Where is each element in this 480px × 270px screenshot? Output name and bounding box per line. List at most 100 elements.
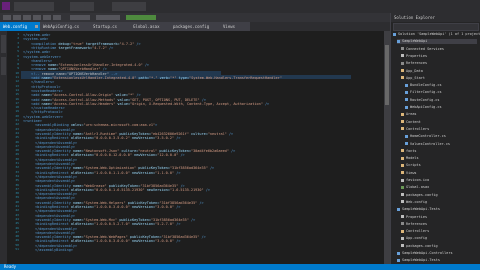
file-icon — [401, 215, 404, 218]
line-number: 12 — [15, 79, 19, 84]
solution-tree-item[interactable]: Global.asax — [401, 185, 477, 190]
tab-packages-config[interactable]: packages.config — [170, 22, 220, 31]
solution-tree-item[interactable]: ValuesController.cs — [405, 142, 477, 147]
menu-strip-mid[interactable] — [70, 2, 94, 11]
solution-tree-item[interactable]: SampleWebApi.Tests — [397, 207, 477, 212]
menu-strip-left[interactable] — [14, 2, 54, 11]
tree-item-label: BundleConfig.cs — [410, 83, 442, 88]
forward-icon[interactable] — [13, 15, 21, 20]
redo-icon[interactable] — [53, 15, 61, 20]
tree-item-label: Web.config — [406, 199, 428, 204]
solution-tree-item[interactable]: WebApiConfig.cs — [405, 105, 477, 110]
back-icon[interactable] — [3, 15, 11, 20]
tab-web-config[interactable]: Web.config — [0, 22, 40, 31]
toolbox-tab[interactable] — [1, 57, 6, 75]
code-token: "1.6.5135.21930" — [169, 187, 206, 192]
solution-tree-item[interactable]: RouteConfig.cs — [405, 98, 477, 103]
undo-icon[interactable] — [43, 15, 51, 20]
code-token: "*." — [149, 76, 160, 80]
solution-tree-item[interactable]: References — [401, 61, 477, 66]
line-number: 22 — [15, 122, 19, 127]
solution-tree-item[interactable]: Content — [401, 120, 477, 125]
solution-explorer-title: Solution Explorer — [391, 13, 480, 22]
solution-tree-item[interactable]: favicon.ico — [401, 178, 477, 183]
code-line[interactable]: <add name="ExtensionlessUrlHandler-Integ… — [31, 76, 282, 80]
solution-tree-item[interactable]: Views — [401, 171, 477, 176]
tab-webapiconfig[interactable]: WebApiConfig.cs — [40, 22, 90, 31]
solution-tree-item[interactable]: Models — [401, 156, 477, 161]
solution-tree-item[interactable]: fonts — [401, 149, 477, 154]
tree-item-label: Controllers — [406, 229, 430, 234]
code-token: /> — [205, 187, 210, 192]
solution-tree-item[interactable]: App_Data — [401, 69, 477, 74]
scrollbar-thumb[interactable] — [385, 45, 389, 105]
close-icon[interactable] — [35, 25, 38, 28]
tab-label: Web.config — [3, 24, 28, 29]
menu-strip-right[interactable] — [112, 2, 146, 11]
solution-tree-item[interactable]: SampleWebApi — [397, 39, 477, 45]
code-token: </assemblyBinding> — [35, 248, 73, 252]
solution-tree-item[interactable]: Controllers — [401, 229, 477, 234]
solution-tree-item[interactable]: FilterConfig.cs — [405, 90, 477, 95]
code-token: "3.0.0.0" — [155, 239, 177, 244]
code-token: "neutral" — [207, 131, 229, 136]
tab-label: Global.asax — [133, 24, 160, 29]
code-token: /> — [180, 153, 185, 158]
file-icon — [401, 236, 404, 240]
server-explorer-tab[interactable] — [1, 35, 6, 53]
code-token: type= — [178, 76, 190, 80]
code-line[interactable]: <add name="Access-Control-Allow-Headers"… — [31, 102, 269, 106]
code-token: newVersion= — [134, 153, 158, 158]
solution-tree-item[interactable]: App.config — [401, 236, 477, 241]
folder-icon — [401, 229, 404, 233]
solution-tree-item[interactable]: References — [401, 222, 477, 227]
solution-tree-item[interactable]: Web.config — [401, 200, 477, 205]
run-button[interactable] — [126, 15, 156, 20]
config-dropdown[interactable] — [70, 15, 90, 20]
file-icon — [401, 200, 404, 204]
solution-tree-item[interactable]: Solution 'SampleWebApi' (1 of 1 project) — [393, 32, 480, 37]
save-icon[interactable] — [23, 15, 31, 20]
code-token: newVersion= — [131, 239, 156, 244]
folder-icon — [401, 76, 404, 80]
solution-tree-item[interactable]: packages.config — [401, 193, 477, 198]
solution-tree-item[interactable]: HomeController.cs — [405, 134, 477, 139]
solution-tree-item[interactable]: Properties — [401, 54, 477, 59]
tab-views[interactable]: Views — [220, 22, 250, 31]
line-number: 51 — [15, 247, 19, 251]
tree-item-label: Global.asax — [406, 185, 430, 190]
solution-tree-item[interactable]: App_Start — [401, 76, 477, 81]
tab-startup[interactable]: Startup.cs — [90, 22, 130, 31]
solution-search-input[interactable] — [393, 23, 479, 31]
folder-icon — [401, 127, 404, 131]
tab-label: Views — [223, 24, 236, 29]
save-all-icon[interactable] — [33, 15, 41, 20]
solution-tree-item[interactable]: Properties — [401, 215, 477, 220]
visual-studio-window: Web.config WebApiConfig.cs Startup.cs Gl… — [0, 0, 480, 270]
line-number: 9 — [17, 66, 19, 71]
status-bar: Ready — [0, 264, 480, 270]
folder-icon — [401, 112, 404, 116]
reference-icon — [401, 47, 404, 51]
solution-tree-item[interactable]: Connected Services — [401, 47, 477, 52]
solution-tree-item[interactable]: SampleWebApi.Controllers — [397, 251, 477, 256]
code-token: "0.0.0.0-12.0.0.0" — [94, 153, 135, 158]
solution-tree-item[interactable]: Controllers — [401, 127, 477, 132]
solution-tree-item[interactable]: Areas — [401, 112, 477, 117]
solution-tree-item[interactable]: packages.config — [401, 244, 477, 249]
platform-dropdown[interactable] — [96, 15, 120, 20]
code-line[interactable]: </assemblyBinding> — [35, 248, 73, 252]
line-number: 32 — [15, 165, 19, 170]
solution-tree-item[interactable]: Scripts — [401, 163, 477, 168]
tree-item-label: App_Start — [406, 75, 425, 80]
code-token: path= — [138, 76, 150, 80]
reference-icon — [401, 222, 404, 226]
solution-tree-item[interactable]: SampleWebApi.Tests — [397, 258, 477, 263]
code-token: /> — [108, 45, 114, 50]
code-token: verb= — [159, 76, 171, 80]
solution-tree-item[interactable]: BundleConfig.cs — [405, 83, 477, 88]
line-number: 5 — [17, 49, 19, 54]
tab-global-asax[interactable]: Global.asax — [130, 22, 170, 31]
code-editor[interactable]: 1 </system.web> 2 <system.web> 3 <compilation… — [7, 31, 384, 264]
tree-item-label: packages.config — [406, 192, 438, 197]
